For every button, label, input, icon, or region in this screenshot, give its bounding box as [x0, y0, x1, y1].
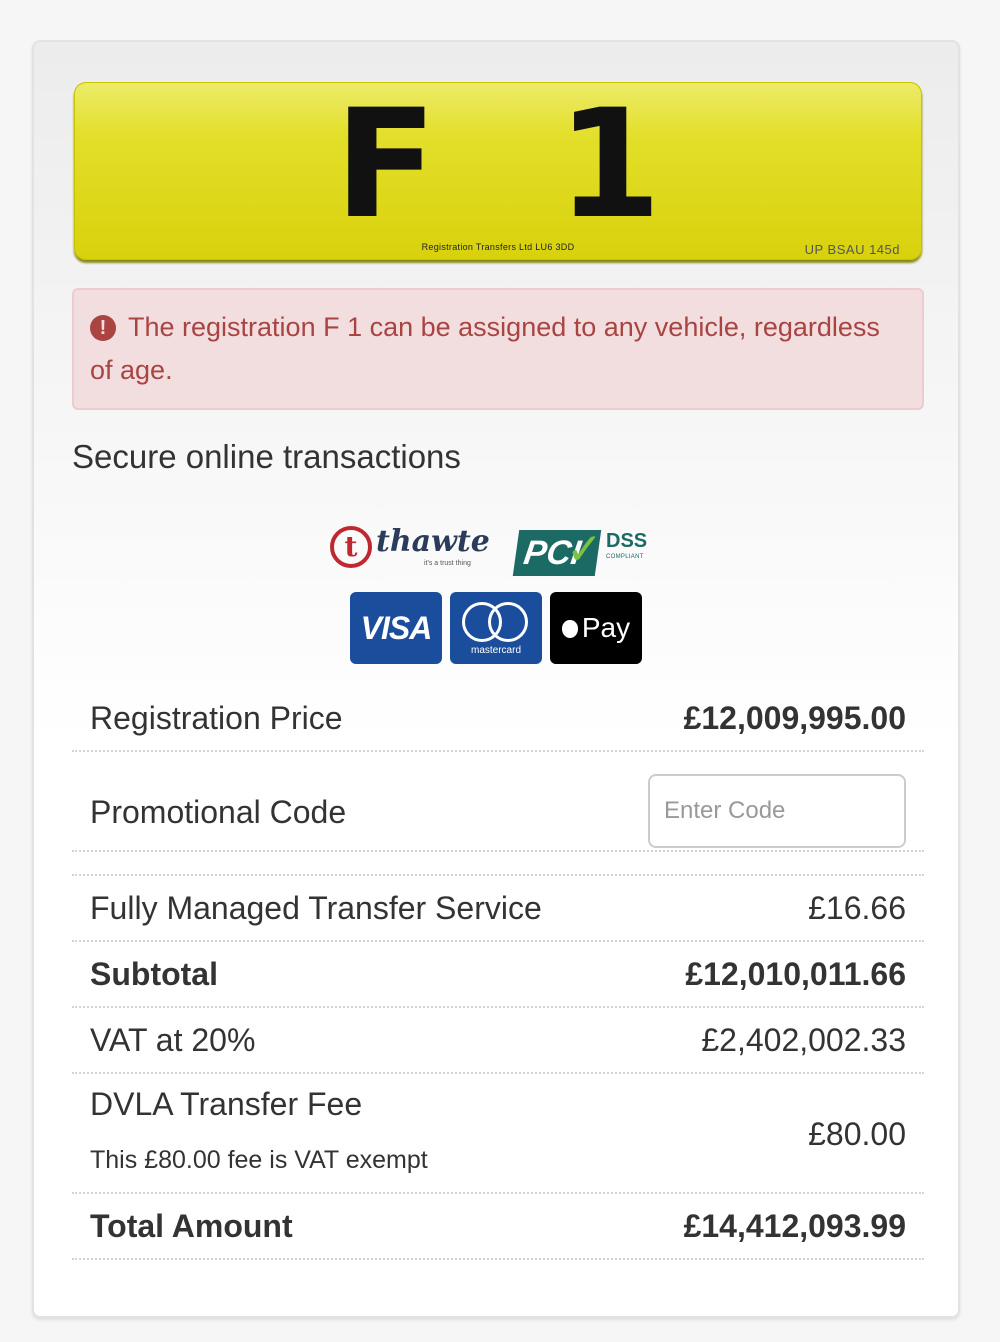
subtotal-row: Subtotal £12,010,011.66 — [72, 942, 924, 1008]
promotional-code-row: Promotional Code — [72, 752, 924, 852]
vat-amount: £2,402,002.33 — [701, 1022, 906, 1058]
registration-price-amount: £12,009,995.00 — [683, 700, 906, 736]
plate-registration: F 1 — [334, 78, 696, 252]
total-amount-row: Total Amount £14,412,093.99 — [72, 1194, 924, 1260]
total-amount-label: Total Amount — [90, 1208, 293, 1244]
total-amount-value: £14,412,093.99 — [683, 1208, 906, 1244]
vat-label: VAT at 20% — [90, 1022, 256, 1058]
pci-compliant-text: COMPLIANT — [606, 554, 644, 560]
order-summary-card: F 1 Registration Transfers Ltd LU6 3DD U… — [32, 40, 960, 1318]
pci-dss-logo: PCI ✓ DSS COMPLIANT — [512, 525, 666, 578]
subtotal-amount: £12,010,011.66 — [685, 956, 906, 992]
apple-pay-text: Pay — [581, 612, 631, 643]
pci-dss-text: DSS — [606, 530, 648, 552]
promotional-code-label: Promotional Code — [90, 794, 347, 830]
plate-dealer-text: Registration Transfers Ltd LU6 3DD — [421, 242, 575, 252]
dvla-fee-label: DVLA Transfer Fee — [90, 1086, 363, 1122]
dvla-fee-amount: £80.00 — [808, 1116, 906, 1152]
alert-message: The registration F 1 can be assigned to … — [90, 312, 880, 385]
mastercard-wordmark: mastercard — [470, 645, 521, 656]
apple-logo-icon — [561, 620, 578, 638]
thawte-logo: t thawte it's a trust thing — [330, 524, 500, 570]
vat-row: VAT at 20% £2,402,002.33 — [72, 1008, 924, 1074]
thawte-wordmark: thawte — [376, 524, 490, 559]
transfer-service-row: Fully Managed Transfer Service £16.66 — [72, 876, 924, 942]
number-plate: F 1 Registration Transfers Ltd LU6 3DD U… — [74, 82, 922, 260]
secure-transactions-heading: Secure online transactions — [72, 438, 461, 475]
exclamation-circle-icon: ! — [90, 315, 116, 341]
visa-card-icon: VISA — [350, 592, 442, 664]
mastercard-card-icon: mastercard — [450, 592, 542, 664]
dvla-fee-note: This £80.00 fee is VAT exempt — [90, 1146, 428, 1174]
registration-price-label: Registration Price — [90, 700, 343, 736]
table-spacer — [72, 852, 924, 876]
subtotal-label: Subtotal — [90, 956, 218, 992]
promo-code-input[interactable] — [648, 774, 906, 848]
plate-standard-code: UP BSAU 145d — [804, 242, 900, 257]
dvla-fee-row: DVLA Transfer Fee This £80.00 fee is VAT… — [72, 1074, 924, 1194]
transfer-service-amount: £16.66 — [808, 890, 906, 926]
thawte-t-icon: t — [330, 526, 372, 568]
price-breakdown-table: Registration Price £12,009,995.00 Promot… — [72, 682, 924, 1260]
mastercard-right-circle — [488, 602, 528, 642]
apple-pay-card-icon: Pay — [550, 592, 642, 664]
thawte-tagline: it's a trust thing — [424, 560, 471, 567]
registration-price-row: Registration Price £12,009,995.00 — [72, 682, 924, 752]
transfer-service-label: Fully Managed Transfer Service — [90, 890, 542, 926]
eligibility-alert: ! The registration F 1 can be assigned to… — [72, 288, 924, 410]
pci-check-icon: ✓ — [566, 525, 603, 574]
